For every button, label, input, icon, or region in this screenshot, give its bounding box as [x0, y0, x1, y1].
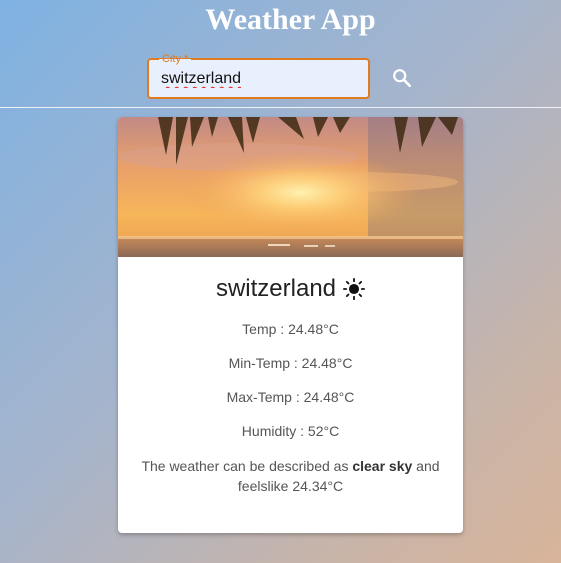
city-name: switzerland — [215, 275, 337, 302]
search-icon — [393, 69, 412, 88]
max-temp-value: Max-Temp : 24.48°C — [226, 389, 355, 405]
sun-icon — [343, 278, 366, 300]
weather-card: switzerland Temp : 24.48°C Min-Temp : 24… — [118, 117, 463, 533]
min-temp-value: Min-Temp : 24.48°C — [228, 355, 353, 371]
tropical-sunset-image — [118, 117, 463, 257]
city-heading: switzerland — [118, 274, 463, 304]
app-title: Weather App — [205, 3, 376, 36]
search-button[interactable] — [388, 64, 416, 92]
header-divider — [0, 107, 561, 108]
humidity-value: Humidity : 52°C — [241, 423, 340, 439]
city-label: City * — [159, 53, 192, 65]
description-prefix: The weather can be described as — [141, 458, 353, 474]
temp-value: Temp : 24.48°C — [242, 321, 339, 337]
city-input[interactable] — [161, 68, 356, 90]
weather-description: The weather can be described as clear sk… — [134, 456, 447, 496]
city-field[interactable]: City * — [147, 53, 370, 99]
description-condition: clear sky — [352, 458, 413, 474]
